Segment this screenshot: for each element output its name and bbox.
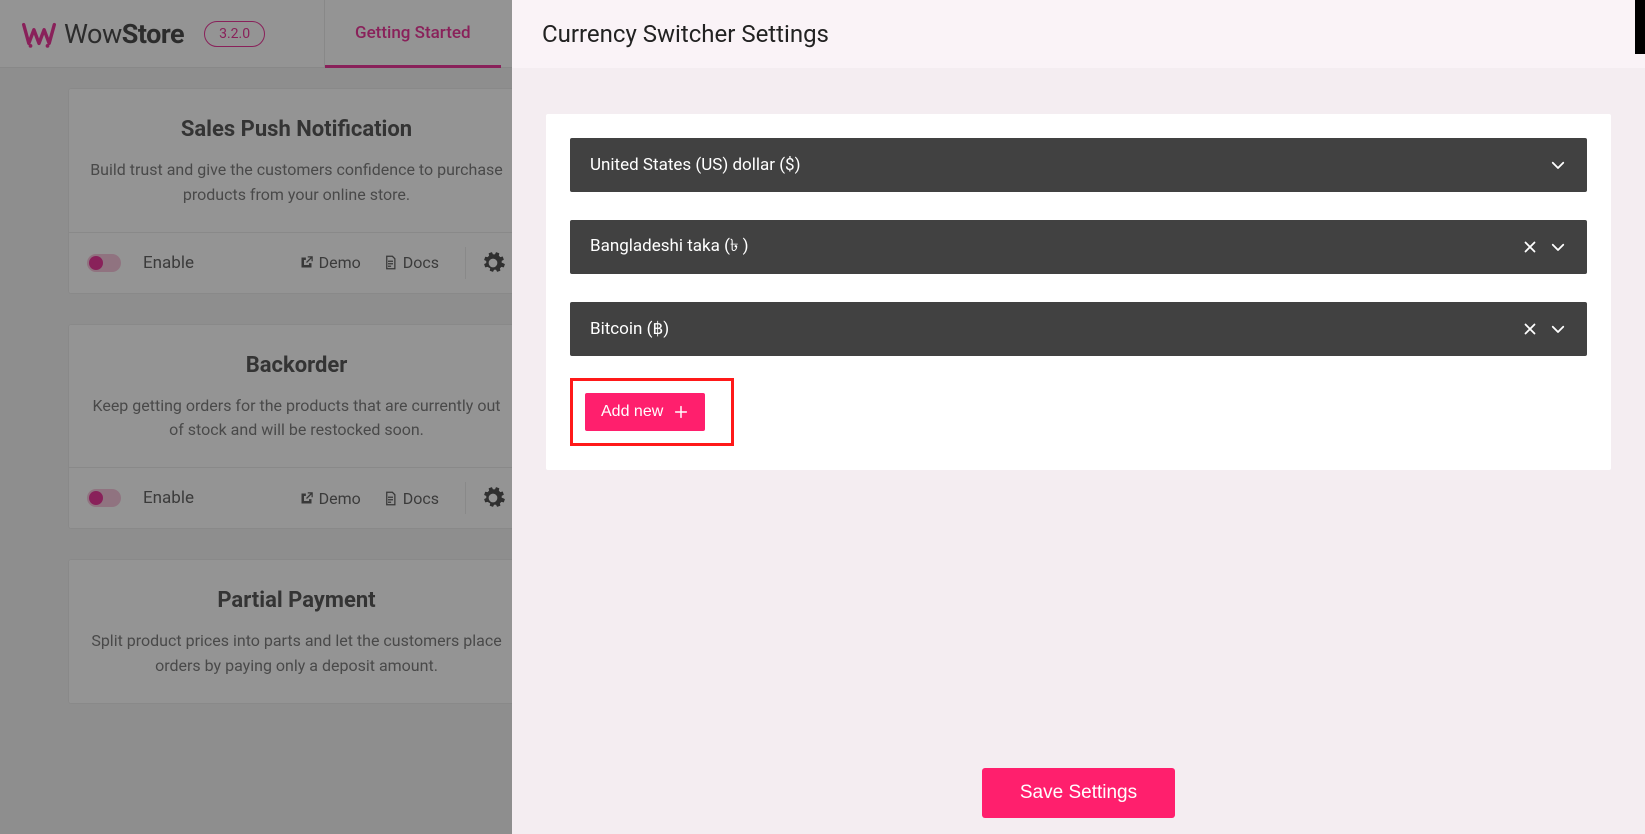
panel-footer: Save Settings (512, 756, 1645, 834)
save-settings-button[interactable]: Save Settings (982, 768, 1175, 818)
currency-label: Bitcoin (฿) (590, 319, 1521, 339)
plus-icon (673, 404, 689, 420)
chevron-down-icon[interactable] (1549, 238, 1567, 256)
currency-row[interactable]: Bitcoin (฿) (570, 302, 1587, 356)
close-icon[interactable] (1521, 238, 1539, 256)
add-new-highlight: Add new (570, 378, 734, 446)
settings-panel: Currency Switcher Settings United States… (512, 0, 1645, 834)
panel-title: Currency Switcher Settings (542, 20, 829, 48)
currency-row[interactable]: United States (US) dollar ($) (570, 138, 1587, 192)
panel-header: Currency Switcher Settings (512, 0, 1645, 68)
chevron-down-icon[interactable] (1549, 156, 1567, 174)
chevron-down-icon[interactable] (1549, 320, 1567, 338)
currency-list: United States (US) dollar ($) Bangladesh… (546, 114, 1611, 470)
add-new-button[interactable]: Add new (585, 393, 705, 431)
currency-label: United States (US) dollar ($) (590, 155, 1549, 175)
currency-label: Bangladeshi taka (৳ ) (590, 233, 1521, 261)
currency-row[interactable]: Bangladeshi taka (৳ ) (570, 220, 1587, 274)
close-panel-button[interactable] (1635, 0, 1645, 54)
close-icon[interactable] (1521, 320, 1539, 338)
